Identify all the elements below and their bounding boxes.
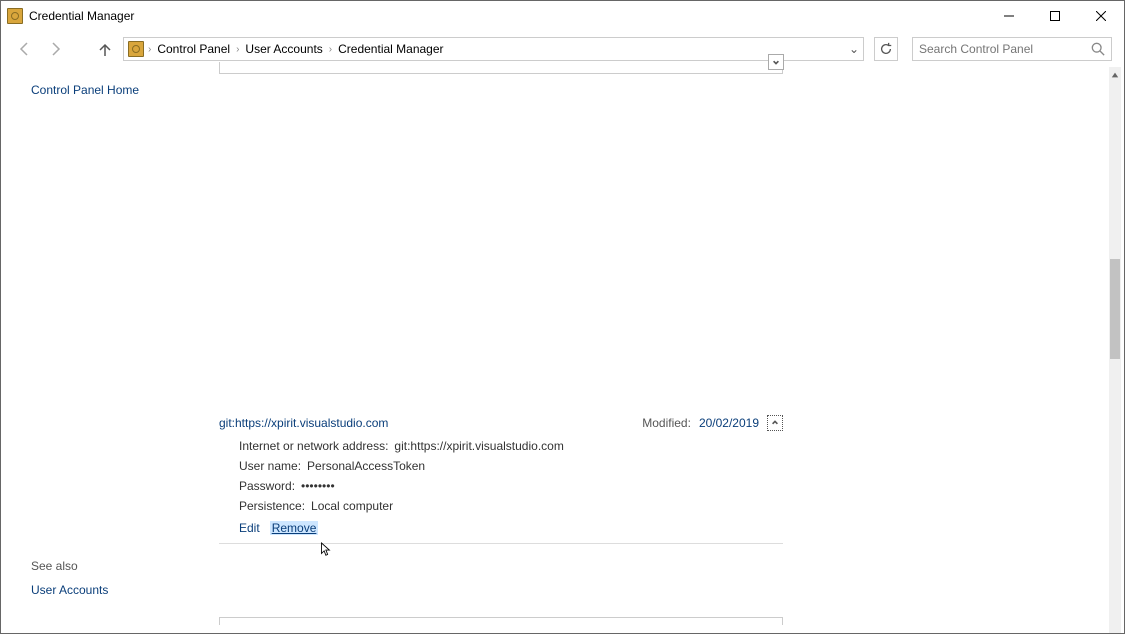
remove-link[interactable]: Remove: [270, 521, 319, 535]
modified-date: 20/02/2019: [699, 416, 759, 430]
close-button[interactable]: [1078, 1, 1124, 31]
scroll-up-button[interactable]: [1109, 67, 1121, 83]
titlebar: Credential Manager: [1, 1, 1124, 31]
address-label: Internet or network address:: [239, 439, 388, 453]
user-accounts-link[interactable]: User Accounts: [31, 583, 211, 597]
divider: [219, 543, 783, 544]
chevron-right-icon[interactable]: ›: [329, 44, 332, 55]
maximize-button[interactable]: [1032, 1, 1078, 31]
credential-title: git:https://xpirit.visualstudio.com: [219, 416, 388, 430]
content-area: Control Panel Home See also User Account…: [1, 67, 1124, 633]
window-controls: [986, 1, 1124, 31]
modified-label: Modified:: [642, 416, 691, 430]
breadcrumb[interactable]: › Control Panel › User Accounts › Creden…: [123, 37, 864, 61]
see-also-label: See also: [31, 559, 211, 573]
detail-row-address: Internet or network address: git:https:/…: [239, 439, 783, 453]
breadcrumb-credential-manager[interactable]: Credential Manager: [334, 42, 447, 56]
credential-item: git:https://xpirit.visualstudio.com Modi…: [219, 411, 783, 544]
titlebar-left: Credential Manager: [7, 8, 134, 24]
collapsed-credential-item-bottom[interactable]: [219, 617, 783, 625]
left-panel: Control Panel Home See also User Account…: [1, 67, 211, 633]
back-button[interactable]: [13, 37, 37, 61]
minimize-button[interactable]: [986, 1, 1032, 31]
credential-header[interactable]: git:https://xpirit.visualstudio.com Modi…: [219, 411, 783, 435]
persistence-label: Persistence:: [239, 499, 305, 513]
password-value: ••••••••: [301, 479, 335, 493]
detail-row-password: Password: ••••••••: [239, 479, 783, 493]
chevron-right-icon[interactable]: ›: [236, 44, 239, 55]
refresh-button[interactable]: [874, 37, 898, 61]
credential-details: Internet or network address: git:https:/…: [219, 435, 783, 517]
detail-row-username: User name: PersonalAccessToken: [239, 459, 783, 473]
expand-button[interactable]: [768, 54, 784, 70]
breadcrumb-user-accounts[interactable]: User Accounts: [241, 42, 326, 56]
username-label: User name:: [239, 459, 301, 473]
detail-row-persistence: Persistence: Local computer: [239, 499, 783, 513]
search-input[interactable]: [919, 42, 1091, 56]
breadcrumb-control-panel[interactable]: Control Panel: [153, 42, 234, 56]
password-label: Password:: [239, 479, 295, 493]
window-title: Credential Manager: [29, 9, 134, 23]
search-icon: [1091, 42, 1105, 56]
collapsed-credential-item[interactable]: [219, 62, 783, 74]
scroll-thumb[interactable]: [1110, 259, 1120, 359]
control-panel-home-link[interactable]: Control Panel Home: [31, 83, 211, 97]
main-panel: git:https://xpirit.visualstudio.com Modi…: [211, 67, 1124, 633]
address-value: git:https://xpirit.visualstudio.com: [394, 439, 563, 453]
edit-link[interactable]: Edit: [239, 521, 260, 535]
persistence-value: Local computer: [311, 499, 393, 513]
username-value: PersonalAccessToken: [307, 459, 425, 473]
credential-actions: Edit Remove: [219, 517, 783, 541]
forward-button[interactable]: [43, 37, 67, 61]
chevron-right-icon[interactable]: ›: [148, 44, 151, 55]
breadcrumb-dropdown[interactable]: ⌄: [845, 42, 863, 56]
scrollbar[interactable]: [1109, 67, 1121, 633]
collapse-button[interactable]: [767, 415, 783, 431]
search-box[interactable]: [912, 37, 1112, 61]
breadcrumb-icon: [128, 41, 144, 57]
up-button[interactable]: [93, 37, 117, 61]
cursor-icon: [318, 541, 332, 559]
app-icon: [7, 8, 23, 24]
